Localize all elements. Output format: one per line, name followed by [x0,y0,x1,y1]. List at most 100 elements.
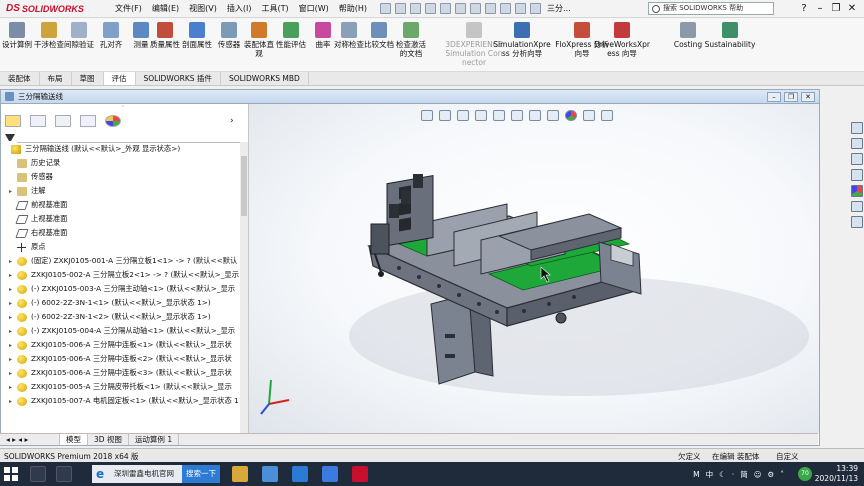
scrollbar-thumb[interactable] [241,156,247,216]
ribbon-button-3[interactable]: 孔对齐 [96,22,126,49]
expand-arrow-icon[interactable]: ▸ [9,188,15,195]
ime-chinese[interactable]: 中 [706,469,714,480]
tab-3d-view[interactable]: 3D 视图 [88,434,129,445]
menu-insert[interactable]: 插入(I) [222,3,257,14]
model-viewport[interactable] [249,104,819,433]
cortana-icon[interactable] [56,466,72,482]
solidworks-taskbar-icon[interactable] [352,466,368,482]
help-icon[interactable]: ? [796,1,812,16]
tree-node[interactable]: 历史记录 [1,156,239,170]
doc-minimize-icon[interactable]: – [767,92,781,102]
doc-restore-icon[interactable]: ❐ [784,92,798,102]
tray-up-arrow-icon[interactable]: ˄ [780,470,784,479]
tab-evaluate[interactable]: 评估 [103,72,136,85]
expand-arrow-icon[interactable]: ▸ [9,272,15,279]
tab-mbd[interactable]: SOLIDWORKS MBD [221,72,309,85]
pin-icon[interactable] [380,3,392,14]
dimxpert-icon[interactable] [80,115,96,127]
tree-vertical-scrollbar[interactable] [240,142,248,437]
ribbon-button-9[interactable]: 性能评估 [276,22,306,49]
tree-node[interactable]: 前视基准面 [1,198,239,212]
menu-tools[interactable]: 工具(T) [256,3,293,14]
solidworks-logo[interactable]: DS SOLIDWORKS [0,3,100,14]
expand-arrow-icon[interactable]: ▸ [9,258,15,265]
tab-layout[interactable]: 布局 [40,72,72,85]
options-gear-icon[interactable] [530,3,542,14]
tray-badge[interactable]: 70 [798,467,812,481]
tree-node[interactable]: ▸ (-) 6002-2Z-3N-1<2> (默认<<默认>_显示状态 1>) [1,310,239,324]
display-manager-icon[interactable] [105,115,121,127]
ribbon-button-11[interactable]: 对称检查 [334,22,364,49]
restore-icon[interactable]: ❐ [828,1,844,16]
ribbon-button-17[interactable]: DriveWorksXpress 向导 [592,22,652,58]
tree-node[interactable]: ▸ ZXKJ0105-002-A 三分隔立板2<1> -> ? (默认<<默认>_… [1,268,239,282]
ribbon-button-0[interactable]: 设计算例 [2,22,32,49]
forum-icon[interactable] [851,216,863,229]
custom-properties-icon[interactable] [851,200,863,213]
tree-node[interactable]: ▸ ZXKJ0105-007-A 电机固定板<1> (默认<<默认>_显示状态 1 [1,394,239,408]
expand-arrow-icon[interactable]: ▸ [9,370,15,377]
expand-arrow-icon[interactable]: ▸ [9,342,15,349]
menu-edit[interactable]: 编辑(E) [147,3,184,14]
close-icon[interactable]: ✕ [844,1,860,16]
property-manager-icon[interactable] [30,115,46,127]
smile-icon[interactable]: ☺ [754,470,762,479]
solidworks-resources-icon[interactable] [851,122,863,134]
tabs-nav-arrows[interactable]: ◂ ▸ ◂ ▸ [0,434,60,445]
open-icon[interactable] [425,3,437,14]
tree-node[interactable]: ▸ ZXKJ0105-006-A 三分隔中连板<1> (默认<<默认>_显示状 [1,338,239,352]
ribbon-button-5[interactable]: 质量属性 [150,22,180,49]
ime-simplified[interactable]: 简 [740,469,748,480]
taskbar-search-button[interactable]: 搜索一下 [182,465,220,483]
undo-icon[interactable] [470,3,482,14]
ribbon-button-2[interactable]: 间隙验证 [64,22,94,49]
store-taskbar-icon[interactable] [262,466,278,482]
expand-arrow-icon[interactable]: ▸ [9,398,15,405]
file-explorer-taskbar-icon[interactable] [232,466,248,482]
panel-splitter[interactable]: ◦ [1,103,248,111]
taskbar-clock[interactable]: 13:39 2020/11/13 [815,464,858,484]
feature-tree-icon[interactable] [5,115,21,127]
tabs-more-arrow-icon[interactable]: › [230,116,234,126]
ribbon-button-7[interactable]: 传感器 [214,22,244,49]
expand-arrow-icon[interactable]: ▸ [9,300,15,307]
task-view-icon[interactable] [30,466,46,482]
tab-assembly[interactable]: 装配体 [0,72,40,85]
tab-motion-study[interactable]: 运动算例 1 [129,434,180,445]
dot-icon[interactable]: · [732,470,734,479]
ribbon-button-19[interactable]: Sustainability [700,22,760,49]
status-units-custom[interactable]: 自定义 [776,451,799,462]
appearances-icon[interactable] [851,184,863,197]
ribbon-button-13[interactable]: 检查激活的文档 [396,22,426,58]
print-icon[interactable] [455,3,467,14]
menu-view[interactable]: 视图(V) [184,3,222,14]
tree-node[interactable]: 三分隔输送线 (默认<<默认>_外观 显示状态>) [1,142,239,156]
configuration-manager-icon[interactable] [55,115,71,127]
menu-help[interactable]: 帮助(H) [334,3,372,14]
ribbon-button-6[interactable]: 剖面属性 [182,22,212,49]
new-doc-icon[interactable] [410,3,422,14]
ribbon-button-1[interactable]: 干涉检查 [34,22,64,49]
tree-node[interactable]: ▸ (-) ZXKJ0105-004-A 三分隔从动轴<1> (默认<<默认>_显… [1,324,239,338]
ribbon-button-8[interactable]: 装配体直观 [244,22,274,58]
menu-window[interactable]: 窗口(W) [294,3,334,14]
save-icon[interactable] [440,3,452,14]
doc-close-icon[interactable]: ✕ [801,92,815,102]
tree-node[interactable]: 原点 [1,240,239,254]
tree-node[interactable]: 传感器 [1,170,239,184]
tree-node[interactable]: ▸ (-) 6002-2Z-3N-1<1> (默认<<默认>_显示状态 1>) [1,296,239,310]
design-library-icon[interactable] [851,137,863,150]
expand-arrow-icon[interactable]: ▸ [9,328,15,335]
minimize-icon[interactable]: – [812,1,828,16]
expand-arrow-icon[interactable]: ▸ [9,356,15,363]
file-explorer-icon[interactable] [851,153,863,166]
tree-node[interactable]: ▸ ZXKJ0105-006-A 三分隔中连板<2> (默认<<默认>_显示状 [1,352,239,366]
tree-node[interactable]: ▸ ZXKJ0105-005-A 三分隔皮带托板<1> (默认<<默认>_显示 [1,380,239,394]
graphics-area[interactable] [249,104,819,433]
view-palette-icon[interactable] [851,169,863,181]
drive-shaft-end[interactable] [555,312,567,324]
start-button-icon[interactable] [4,467,18,481]
moon-icon[interactable]: ☾ [719,470,726,479]
tab-model[interactable]: 模型 [60,434,88,445]
expand-arrow-icon[interactable]: ▸ [9,286,15,293]
